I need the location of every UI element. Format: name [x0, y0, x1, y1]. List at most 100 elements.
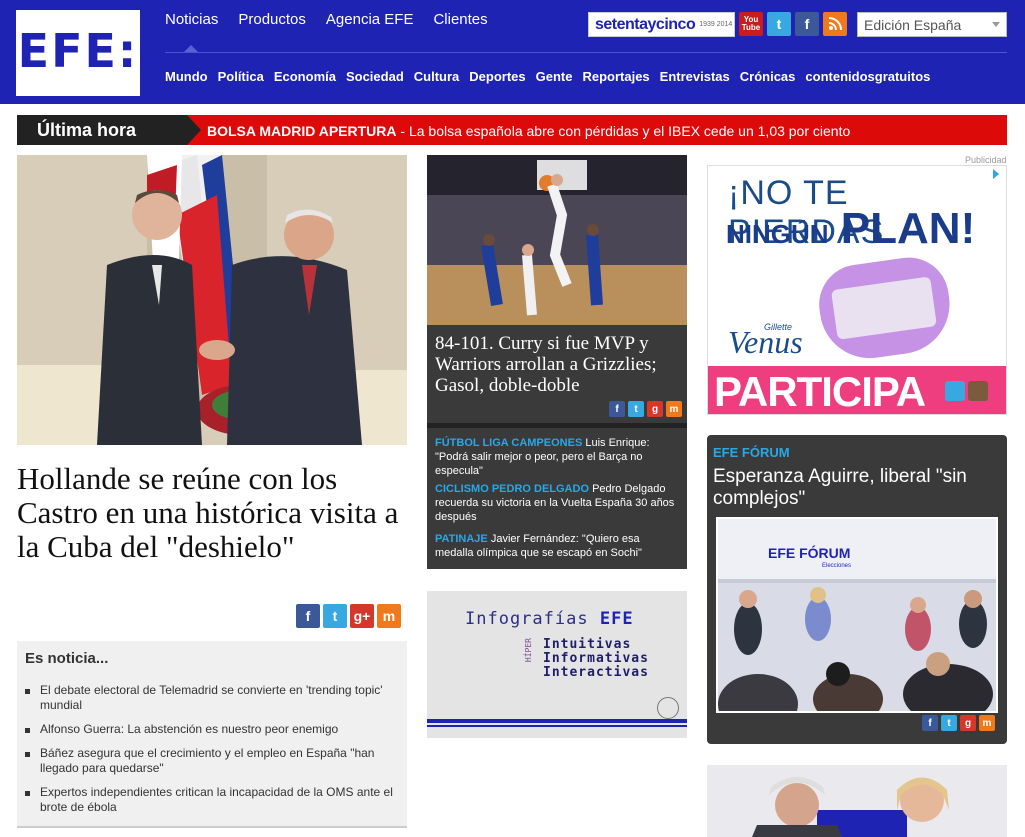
nav-clientes[interactable]: Clientes — [433, 11, 487, 28]
section-cultura[interactable]: Cultura — [414, 69, 460, 84]
twitter-icon[interactable]: t — [767, 12, 791, 36]
main-story-photo[interactable] — [17, 155, 407, 445]
rss-icon[interactable] — [823, 12, 847, 36]
meneame-share-icon[interactable]: m — [666, 401, 682, 417]
sports-tag: FÚTBOL LIGA CAMPEONES — [435, 437, 583, 449]
twitter-share-icon[interactable]: t — [323, 604, 347, 628]
nba-story-box: 84-101. Curry si fue MVP y Warriors arro… — [427, 325, 687, 423]
efe-logo[interactable]: EFE: — [16, 10, 140, 96]
facebook-share-icon[interactable]: f — [609, 401, 625, 417]
googleplus-share-icon[interactable]: g — [960, 715, 976, 731]
instagram-icon — [968, 381, 988, 401]
infografias-brand: EFE — [599, 609, 634, 629]
infografias-banner[interactable]: Infografías EFE HÍPER Intuitivas Informa… — [427, 591, 687, 738]
nav-divider — [165, 52, 1007, 53]
es-noticia-item[interactable]: Expertos independientes critican la inca… — [25, 785, 400, 815]
sports-headlines: FÚTBOL LIGA CAMPEONES Luis Enrique: "Pod… — [427, 423, 687, 569]
rss-glyph — [828, 17, 842, 31]
section-sociedad[interactable]: Sociedad — [346, 69, 404, 84]
infografias-word: Infografías — [465, 609, 589, 629]
site-header: EFE: Noticias Productos Agencia EFE Clie… — [0, 0, 1025, 104]
setenta-y-cinco-link[interactable]: setentaycinco 1939 2014 — [588, 12, 735, 37]
efe-forum-tag: EFE FÓRUM — [713, 445, 790, 460]
breaking-news-arrow — [187, 115, 201, 145]
gratuitos-label: gratuitos — [874, 69, 931, 84]
breaking-news-label: Última hora — [17, 115, 187, 145]
breaking-news-tag: BOLSA MADRID APERTURA — [207, 123, 397, 139]
active-nav-indicator — [184, 45, 198, 52]
section-gente[interactable]: Gente — [536, 69, 573, 84]
googleplus-share-icon[interactable]: g — [647, 401, 663, 417]
publicidad-label: Publicidad — [965, 155, 1007, 165]
main-story-title[interactable]: Hollande se reúne con los Castro en una … — [17, 462, 407, 564]
setenta-label: setentaycinco — [595, 15, 696, 33]
nav-noticias[interactable]: Noticias — [165, 11, 218, 28]
sports-tag: PATINAJE — [435, 533, 488, 545]
main-story-share: f t g+ m — [296, 604, 401, 628]
twitter-share-icon[interactable]: t — [628, 401, 644, 417]
ad-headline-2-small: NINGÚN — [726, 219, 829, 249]
es-noticia-item[interactable]: Alfonso Guerra: La abstención es nuestro… — [25, 722, 400, 737]
googleplus-share-icon[interactable]: g+ — [350, 604, 374, 628]
efe-forum-title[interactable]: Esperanza Aguirre, liberal "sin complejo… — [713, 466, 1003, 510]
efe-forum-photo[interactable]: EFE FÓRUM Elecciones — [716, 517, 998, 713]
sports-headline[interactable]: PATINAJE Javier Fernández: "Quiero esa m… — [435, 532, 681, 560]
section-reportajes[interactable]: Reportajes — [582, 69, 649, 84]
efe-logo-text: EFE: — [17, 24, 139, 78]
sports-tag: CICLISMO PEDRO DELGADO — [435, 483, 590, 495]
bottom-story-photo-image — [707, 765, 1007, 837]
section-economia[interactable]: Economía — [274, 69, 336, 84]
ad-headline-2-big: PLAN! — [840, 204, 976, 253]
es-noticia-heading: Es noticia... — [25, 650, 109, 667]
top-nav: Noticias Productos Agencia EFE Clientes — [165, 11, 488, 28]
twitter-share-icon[interactable]: t — [941, 715, 957, 731]
youtube-label: You Tube — [741, 15, 761, 32]
meneame-share-icon[interactable]: m — [377, 604, 401, 628]
setenta-years: 1939 2014 — [699, 20, 733, 28]
youtube-icon[interactable]: You Tube — [739, 12, 763, 36]
bottom-story-photo[interactable] — [707, 765, 1007, 837]
venus-ad[interactable]: ¡NO TE PIERDAS NINGÚN PLAN! Gillette Ven… — [707, 165, 1007, 415]
section-nav: Mundo Política Economía Sociedad Cultura… — [165, 69, 930, 84]
es-noticia-item[interactable]: Báñez asegura que el crecimiento y el em… — [25, 746, 400, 776]
forum-photo-image — [718, 579, 996, 711]
infografias-hiper: HÍPER — [524, 638, 533, 663]
facebook-share-icon[interactable]: f — [296, 604, 320, 628]
section-contenidos-gratuitos[interactable]: contenidosgratuitos — [805, 69, 930, 84]
nav-agencia-efe[interactable]: Agencia EFE — [326, 11, 414, 28]
soccer-ball-icon — [657, 697, 679, 719]
razor-image — [814, 252, 956, 365]
ad-brand: Venus — [728, 324, 803, 360]
section-mundo[interactable]: Mundo — [165, 69, 208, 84]
breaking-news-bar: Última hora BOLSA MADRID APERTURA - La b… — [17, 115, 1007, 145]
infografias-bar — [427, 719, 687, 723]
facebook-share-icon[interactable]: f — [922, 715, 938, 731]
infografias-line: Interactivas — [543, 665, 649, 680]
nav-productos[interactable]: Productos — [238, 11, 306, 28]
chevron-down-icon — [992, 22, 1000, 27]
section-entrevistas[interactable]: Entrevistas — [660, 69, 730, 84]
meneame-share-icon[interactable]: m — [979, 715, 995, 731]
nba-story-photo[interactable] — [427, 155, 687, 325]
twitter-icon — [945, 381, 965, 401]
efe-forum-box: EFE FÓRUM Esperanza Aguirre, liberal "si… — [707, 435, 1007, 744]
nba-story-share: f t g m — [609, 401, 682, 417]
section-cronicas[interactable]: Crónicas — [740, 69, 796, 84]
section-deportes[interactable]: Deportes — [469, 69, 525, 84]
forum-share: f t g m — [922, 715, 995, 731]
es-noticia-item[interactable]: El debate electoral de Telemadrid se con… — [25, 683, 400, 713]
breaking-news-text: - La bolsa española abre con pérdidas y … — [396, 123, 851, 139]
section-politica[interactable]: Política — [218, 69, 264, 84]
ad-headline-2: NINGÚN PLAN! — [726, 204, 975, 254]
facebook-icon[interactable]: f — [795, 12, 819, 36]
es-noticia-box: Es noticia... El debate electoral de Tel… — [17, 641, 407, 828]
infografias-bar — [427, 725, 687, 727]
infografias-title: Infografías EFE — [465, 609, 634, 629]
breaking-news-link[interactable]: BOLSA MADRID APERTURA - La bolsa español… — [207, 123, 850, 139]
razor-blade — [830, 276, 937, 340]
sports-headline[interactable]: CICLISMO PEDRO DELGADO Pedro Delgado rec… — [435, 482, 681, 524]
nba-story-photo-image — [427, 155, 687, 325]
nba-story-title[interactable]: 84-101. Curry si fue MVP y Warriors arro… — [435, 333, 681, 396]
edition-select[interactable]: Edición España — [857, 12, 1007, 37]
sports-headline[interactable]: FÚTBOL LIGA CAMPEONES Luis Enrique: "Pod… — [435, 436, 681, 478]
